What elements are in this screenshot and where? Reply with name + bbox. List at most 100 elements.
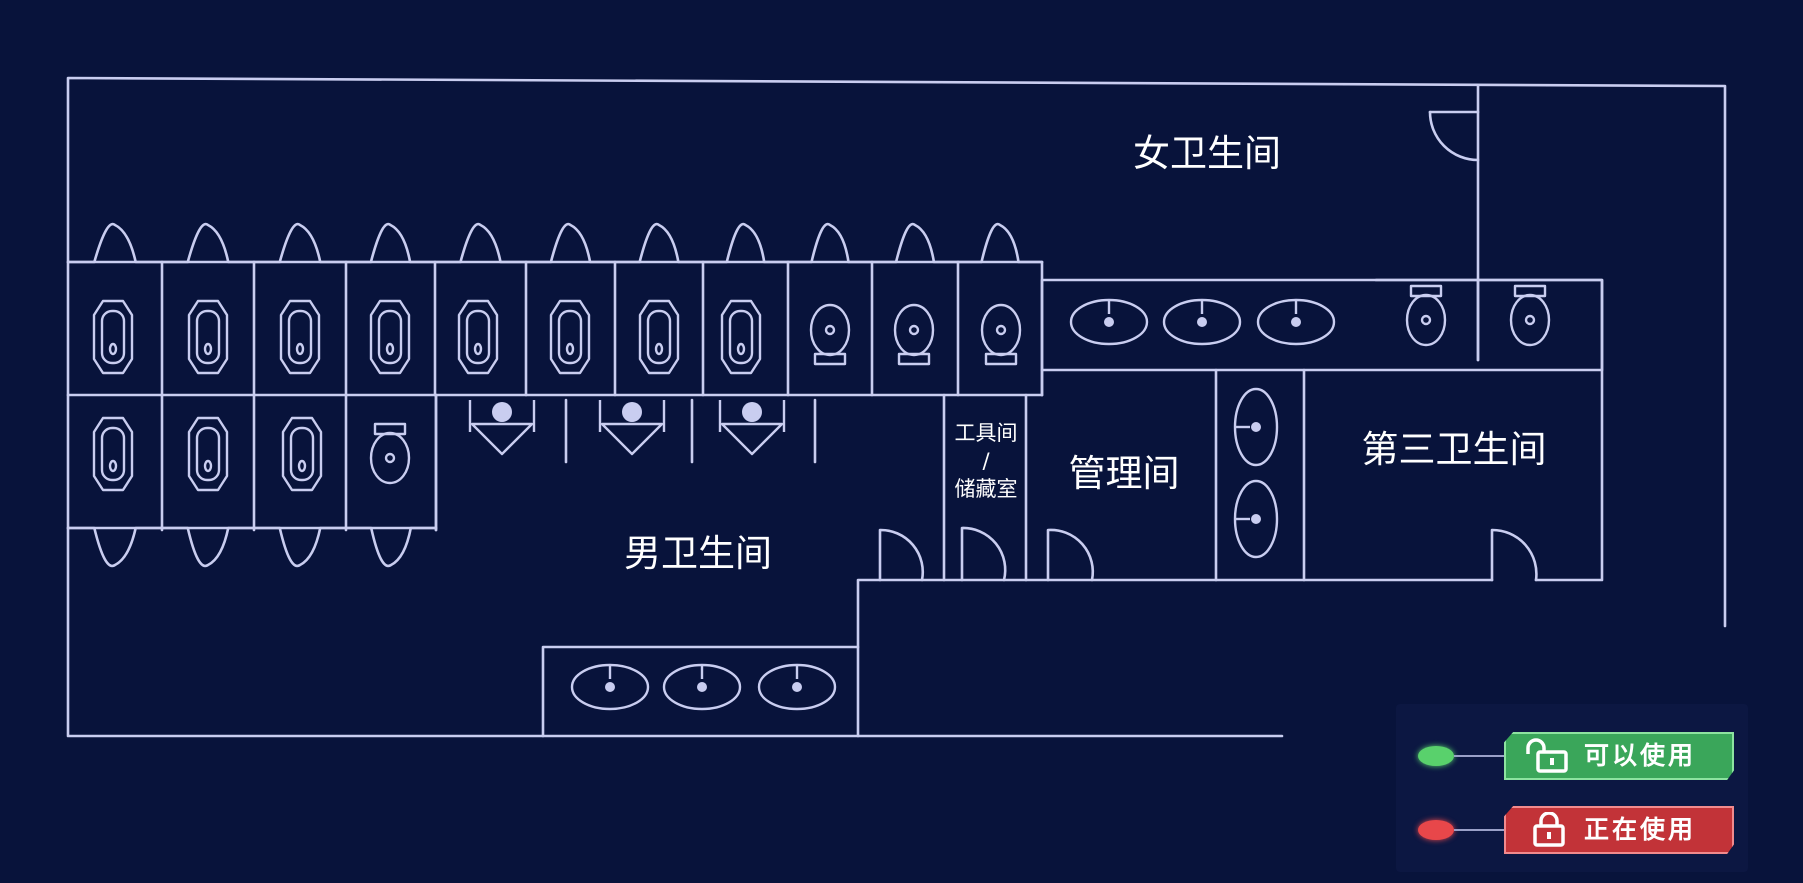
sink-icon [1162, 298, 1242, 346]
squat-toilet-drain [385, 342, 395, 356]
legend-connector [1454, 829, 1504, 831]
squat-toilet-bowl [195, 309, 221, 365]
sink-icon [662, 663, 742, 711]
sink-drain [1251, 422, 1261, 432]
occupied-label: 正在使用 [1584, 815, 1697, 844]
western-toilet-icon [1405, 284, 1447, 347]
squat-toilet-icon [369, 299, 411, 375]
men-entrance-door [878, 528, 924, 582]
squat-toilet-icon [92, 299, 134, 375]
management-room-door [1046, 528, 1095, 582]
squat-toilet-drain [295, 342, 305, 356]
status-legend: 可以使用 正在使用 [1396, 704, 1748, 872]
stall-door [344, 222, 437, 264]
unlock-icon [1526, 738, 1568, 773]
sink-icon [1233, 479, 1279, 559]
urinal-icon [718, 400, 786, 456]
squat-toilet-bowl [195, 426, 221, 482]
occupied-indicator-dot [1418, 820, 1454, 840]
urinal-flush [622, 402, 642, 422]
toilet-drain [1420, 314, 1432, 326]
toilet-drain [908, 324, 920, 336]
sink-icon [1233, 387, 1279, 467]
legend-connector [1454, 755, 1504, 757]
squat-toilet-bowl [465, 309, 491, 365]
squat-toilet-bowl [289, 426, 315, 482]
sink-drain [1291, 317, 1301, 327]
tool-room-door [960, 526, 1007, 582]
sink-icon [1256, 298, 1336, 346]
western-toilet-icon [809, 303, 851, 366]
stall-door [956, 222, 1044, 264]
sink-drain [605, 682, 615, 692]
toilet-bowl [1509, 293, 1551, 347]
sink-drain [1197, 317, 1207, 327]
stall-door [252, 222, 348, 264]
squat-toilet-icon [281, 416, 323, 492]
toilet-bowl [893, 303, 935, 357]
room-label-management: 管理间 [1068, 452, 1180, 495]
squat-toilet-drain [108, 342, 118, 356]
stall-door [252, 526, 348, 568]
western-toilet-icon [980, 303, 1022, 366]
occupied-badge: 正在使用 [1504, 806, 1734, 854]
stall-door [160, 526, 256, 568]
legend-occupied: 正在使用 [1396, 800, 1748, 860]
squat-toilet-drain [203, 459, 213, 473]
toilet-drain [824, 324, 836, 336]
squat-toilet-bowl [100, 426, 126, 482]
stall-door [701, 222, 790, 264]
stall-door [433, 222, 528, 264]
squat-toilet-drain [108, 459, 118, 473]
squat-toilet-icon [720, 299, 762, 375]
toilet-bowl [980, 303, 1022, 357]
urinal-bowl [600, 422, 664, 456]
sink-drain [697, 682, 707, 692]
urinal-icon [468, 400, 536, 456]
outer-wall [66, 76, 1727, 738]
squat-toilet-bowl [287, 309, 313, 365]
toilet-bowl [1405, 293, 1447, 347]
squat-toilet-bowl [646, 309, 672, 365]
fixtures [92, 284, 1551, 711]
squat-toilet-icon [279, 299, 321, 375]
squat-toilet-drain [203, 342, 213, 356]
urinal-flush [742, 402, 762, 422]
urinal-bowl [470, 422, 534, 456]
squat-toilet-drain [473, 342, 483, 356]
sink-icon [570, 663, 650, 711]
western-toilet-icon [893, 303, 935, 366]
floor-plan: 女卫生间 男卫生间 管理间 第三卫生间 工具间 / 储藏室 可以使用 正在使用 [0, 0, 1803, 883]
squat-toilet-bowl [377, 309, 403, 365]
stall-door [160, 222, 256, 264]
toilet-bowl [369, 431, 411, 485]
western-toilet-icon [369, 422, 411, 485]
men-corridor-wall [856, 578, 946, 738]
squat-toilet-icon [187, 299, 229, 375]
squat-toilet-icon [457, 299, 499, 375]
sink-drain [1104, 317, 1114, 327]
squat-toilet-drain [565, 342, 575, 356]
available-indicator-dot [1418, 746, 1454, 766]
squat-toilet-icon [549, 299, 591, 375]
walls [66, 76, 1727, 738]
sink-icon [757, 663, 837, 711]
room-label-third: 第三卫生间 [1361, 428, 1547, 471]
stall-door [786, 222, 874, 264]
squat-toilet-icon [92, 416, 134, 492]
urinal-bowl [720, 422, 784, 456]
toilet-drain [384, 452, 396, 464]
squat-toilet-icon [187, 416, 229, 492]
toilet-drain [1524, 314, 1536, 326]
available-label: 可以使用 [1584, 741, 1697, 770]
squat-toilet-bowl [728, 309, 754, 365]
stall-door [613, 222, 705, 264]
room-label-men: 男卫生间 [624, 532, 772, 575]
toilet-bowl [809, 303, 851, 357]
squat-toilet-bowl [100, 309, 126, 365]
sink-icon [1069, 298, 1149, 346]
available-badge: 可以使用 [1504, 732, 1734, 780]
tool-room-separator: / [982, 449, 990, 473]
room-label-women: 女卫生间 [1133, 132, 1281, 175]
western-toilet-icon [1509, 284, 1551, 347]
